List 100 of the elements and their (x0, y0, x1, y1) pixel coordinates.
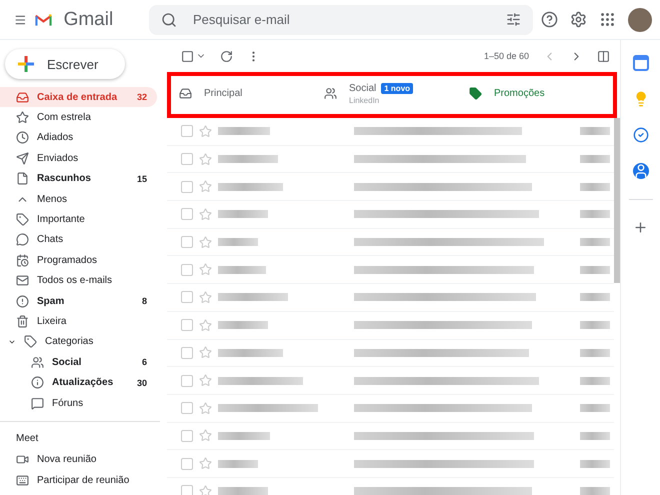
sidebar-item[interactable]: Participar de reunião (0, 470, 157, 491)
star-icon[interactable] (199, 484, 212, 495)
sidebar-item[interactable]: Importante (0, 209, 157, 230)
refresh-icon[interactable] (220, 50, 233, 62)
sidebar-item[interactable]: Nova reunião (0, 448, 157, 470)
star-icon[interactable] (199, 152, 212, 166)
checkbox[interactable] (181, 402, 193, 414)
checkbox[interactable] (181, 346, 193, 359)
star-icon[interactable] (199, 290, 212, 304)
checkbox[interactable] (181, 264, 193, 276)
blurred-date (580, 376, 610, 385)
checkbox[interactable] (181, 180, 193, 193)
sidebar-item[interactable]: Programados (0, 250, 157, 271)
sidebar-item[interactable]: Chats (0, 230, 157, 250)
plus-icon (17, 55, 35, 73)
star-icon[interactable] (199, 402, 212, 415)
blurred-date (580, 127, 610, 136)
star-icon[interactable] (199, 208, 212, 221)
search-bar[interactable]: Pesquisar e-mail (149, 4, 533, 34)
video-camera-icon (16, 452, 29, 466)
blurred-sender (218, 182, 283, 191)
star-icon[interactable] (199, 263, 212, 276)
star-icon[interactable] (199, 457, 212, 470)
sidebar-item[interactable]: Todos os e-mails (0, 270, 157, 291)
split-view-icon[interactable] (597, 50, 610, 62)
blurred-date (580, 293, 610, 302)
calendar-icon[interactable] (632, 55, 648, 71)
search-icon (161, 12, 177, 28)
checkbox[interactable] (181, 458, 193, 470)
blurred-date (580, 238, 610, 246)
star-icon[interactable] (199, 124, 212, 138)
checkbox[interactable] (181, 125, 193, 138)
check-circle-icon[interactable] (632, 127, 648, 143)
compose-button[interactable]: Escrever (5, 49, 125, 79)
product-name: Gmail (64, 8, 114, 30)
scrollbar-thumb[interactable] (614, 118, 620, 283)
document-icon (16, 172, 29, 186)
label-icon (16, 213, 29, 226)
blurred-date (580, 432, 610, 440)
trash-icon (16, 314, 29, 328)
blurred-sender (218, 155, 278, 164)
checkbox[interactable] (181, 236, 193, 248)
blurred-date (580, 266, 610, 274)
chat-icon (16, 233, 29, 246)
checkbox[interactable] (181, 153, 193, 166)
sidebar-item[interactable]: Menos (0, 188, 157, 210)
tab-label: Social (349, 82, 376, 94)
checkbox[interactable] (181, 374, 193, 387)
apps-grid-icon[interactable] (599, 11, 616, 28)
blurred-sender (218, 127, 270, 136)
sidebar-item[interactable]: Spam 8 (0, 290, 157, 312)
blurred-sender (218, 348, 283, 357)
section-title: Meet (15, 432, 40, 446)
star-icon[interactable] (199, 180, 212, 194)
avatar[interactable] (628, 8, 652, 32)
star-icon (16, 111, 29, 124)
sidebar-item[interactable]: Enviados (0, 148, 157, 169)
alert-icon (16, 294, 29, 308)
label-icon (24, 335, 37, 348)
filter-icon[interactable] (506, 12, 521, 27)
checkbox[interactable] (181, 319, 193, 332)
star-icon[interactable] (199, 346, 212, 360)
scheduled-icon (16, 254, 29, 267)
settings-icon[interactable] (570, 11, 587, 28)
star-icon[interactable] (199, 429, 212, 442)
star-icon[interactable] (199, 374, 212, 388)
search-field[interactable]: Pesquisar e-mail (191, 11, 492, 28)
checkbox[interactable] (181, 291, 193, 304)
sidebar-item[interactable]: Atualizações 30 (0, 372, 157, 393)
star-icon[interactable] (199, 236, 212, 249)
sidebar-item[interactable]: Adiados (0, 128, 157, 148)
sidebar-item[interactable]: Social 6 (0, 352, 157, 372)
blurred-date (580, 487, 610, 495)
star-icon[interactable] (199, 318, 212, 332)
help-icon[interactable] (541, 11, 558, 28)
select-checkbox[interactable] (181, 50, 194, 62)
sidebar-item[interactable]: Rascunhos 15 (0, 168, 157, 189)
checkbox[interactable] (181, 485, 193, 495)
blurred-sender (218, 210, 268, 218)
person-icon[interactable] (632, 163, 648, 179)
plus-icon[interactable] (633, 220, 648, 235)
checkbox[interactable] (181, 430, 193, 442)
tag-icon (469, 87, 482, 100)
sidebar-item[interactable]: Caixa de entrada 32 (0, 87, 157, 108)
blurred-date (580, 210, 610, 218)
checkbox[interactable] (181, 208, 193, 220)
sidebar-item[interactable]: Fóruns (0, 392, 157, 414)
category-tab[interactable]: Promoções (461, 76, 613, 114)
clock-icon (16, 131, 29, 144)
sidebar-item[interactable]: Com estrela (0, 107, 157, 128)
sidebar-item[interactable]: Categorias (0, 332, 157, 352)
mail-icon (16, 274, 29, 288)
keyboard-icon (16, 474, 29, 487)
page-range: 1–50 de 60 (484, 51, 529, 61)
sidebar-item[interactable]: Lixeira (0, 311, 157, 332)
email-row[interactable] (167, 146, 614, 174)
category-tab[interactable]: Social 1 novo LinkedIn (316, 76, 461, 114)
blurred-date (580, 321, 610, 330)
category-tab[interactable]: Principal (171, 76, 316, 114)
people-icon (324, 87, 337, 100)
